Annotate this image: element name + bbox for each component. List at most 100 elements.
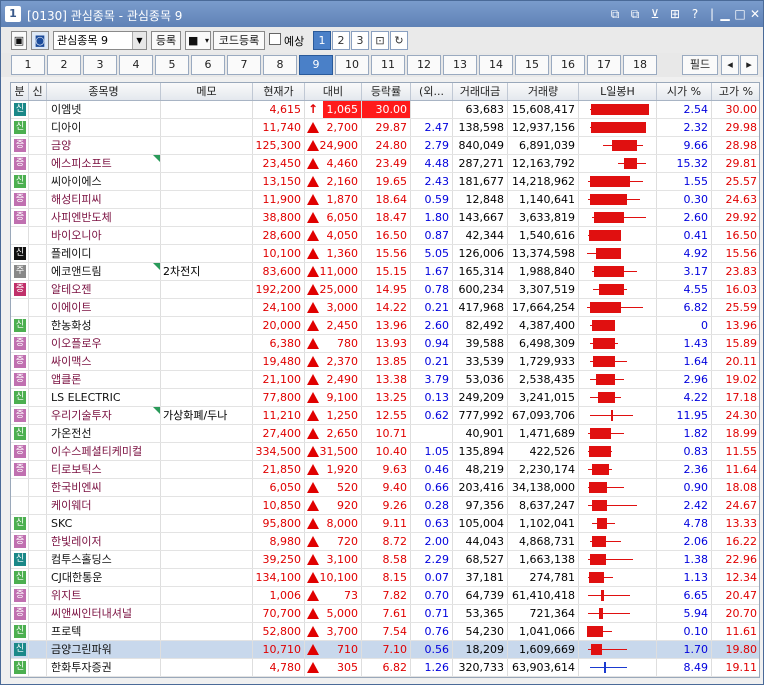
- tab-8[interactable]: 8: [263, 55, 297, 75]
- table-row[interactable]: 증 우리기술투자 가상화폐/두나 11,210 1,250 12.55 0.62 777,99…: [11, 407, 759, 425]
- tab-12[interactable]: 12: [407, 55, 441, 75]
- export-icon[interactable]: ⊡: [371, 31, 389, 50]
- list-icon[interactable]: ◙: [31, 31, 49, 50]
- table-row[interactable]: 신 CJ대한통운 134,100 10,100 8.15 0.07 37,181 274,78…: [11, 569, 759, 587]
- price-cell: 11,900: [253, 191, 305, 208]
- table-row[interactable]: 신 금양그린파워 10,710 710 7.10 0.56 18,209 1,609,669 1…: [11, 641, 759, 659]
- table-row[interactable]: 신 한화투자증권 4,780 305 6.82 1.26 320,733 63,903,614…: [11, 659, 759, 677]
- page-button-3[interactable]: 3: [351, 31, 369, 50]
- tab-9[interactable]: 9: [299, 55, 333, 75]
- tab-15[interactable]: 15: [515, 55, 549, 75]
- tab-prev-icon[interactable]: ◂: [721, 55, 739, 75]
- table-row[interactable]: 신 디아이 11,740 2,700 29.87 2.47 138,598 12,937,15…: [11, 119, 759, 137]
- help-icon[interactable]: ?: [687, 6, 703, 22]
- table-row[interactable]: 케이웨더 10,850 920 9.26 0.28 97,356 8,637,247 2.42…: [11, 497, 759, 515]
- table-row[interactable]: 증 에스피소프트 23,450 4,460 23.49 4.48 287,271 12,163…: [11, 155, 759, 173]
- minimize-icon[interactable]: ▁: [717, 6, 733, 22]
- table-row[interactable]: 신 프로텍 52,800 3,700 7.54 0.76 54,230 1,041,066 0.…: [11, 623, 759, 641]
- tab-4[interactable]: 4: [119, 55, 153, 75]
- tab-6[interactable]: 6: [191, 55, 225, 75]
- close-icon[interactable]: ✕: [747, 6, 763, 22]
- panel-icon[interactable]: ▣: [11, 31, 27, 50]
- tab-3[interactable]: 3: [83, 55, 117, 75]
- table-row[interactable]: 증 위지트 1,006 73 7.82 0.70 64,739 61,410,418 6.65 2…: [11, 587, 759, 605]
- open-rate-cell: 4.55: [657, 281, 712, 298]
- table-row[interactable]: 증 알테오젠 192,200 25,000 14.95 0.78 600,234 3,307,…: [11, 281, 759, 299]
- page-button-2[interactable]: 2: [332, 31, 350, 50]
- col-open-header[interactable]: 시가 %: [657, 83, 712, 100]
- pin-icon[interactable]: ⊻: [647, 6, 663, 22]
- field-button[interactable]: 필드: [682, 55, 718, 75]
- tab-14[interactable]: 14: [479, 55, 513, 75]
- open-rate-cell: 1.43: [657, 335, 712, 352]
- tab-17[interactable]: 17: [587, 55, 621, 75]
- table-row[interactable]: 신 LS ELECTRIC 77,800 9,100 13.25 0.13 249,209 3…: [11, 389, 759, 407]
- candle-icon: [587, 605, 649, 622]
- tab-7[interactable]: 7: [227, 55, 261, 75]
- tab-16[interactable]: 16: [551, 55, 585, 75]
- table-row[interactable]: 신 가온전선 27,400 2,650 10.71 40,901 1,471,689 1.82…: [11, 425, 759, 443]
- table-row[interactable]: 신 SKC 95,800 8,000 9.11 0.63 105,004 1,102,041 4…: [11, 515, 759, 533]
- table-row[interactable]: 증 앱클론 21,100 2,490 13.38 3.79 53,036 2,538,435 2…: [11, 371, 759, 389]
- table-row[interactable]: 증 사피엔반도체 38,800 6,050 18.47 1.80 143,667 3,633,…: [11, 209, 759, 227]
- tab-1[interactable]: 1: [11, 55, 45, 75]
- code-register-button[interactable]: 코드등록: [213, 31, 265, 50]
- rate-cell: 8.72: [362, 533, 411, 550]
- refresh-icon[interactable]: ↻: [390, 31, 408, 50]
- color-select[interactable]: ■ ▾: [185, 31, 211, 50]
- table-row[interactable]: 증 해성티피씨 11,900 1,870 18.64 0.59 12,848 1,140,64…: [11, 191, 759, 209]
- preview-checkbox[interactable]: [269, 33, 281, 45]
- chevron-down-icon[interactable]: ▼: [132, 32, 146, 49]
- col-division-header[interactable]: 분: [11, 83, 29, 100]
- tab-5[interactable]: 5: [155, 55, 189, 75]
- table-row[interactable]: 주 에코앤드림 2차전지 83,600 11,000 15.15 1.67 165,314 1,…: [11, 263, 759, 281]
- table-row[interactable]: 이에이트 24,100 3,000 14.22 0.21 417,968 17,664,25…: [11, 299, 759, 317]
- table-row[interactable]: 신 한농화성 20,000 2,450 13.96 2.60 82,492 4,387,400…: [11, 317, 759, 335]
- register-button[interactable]: 등록: [151, 31, 181, 50]
- col-foreign-header[interactable]: (외...: [411, 83, 453, 100]
- table-row[interactable]: 증 이오플로우 6,380 780 13.93 0.94 39,588 6,498,309 1.…: [11, 335, 759, 353]
- table-row[interactable]: 증 싸이맥스 19,480 2,370 13.85 0.21 33,539 1,729,933…: [11, 353, 759, 371]
- tab-18[interactable]: 18: [623, 55, 657, 75]
- stock-name: 씨앤씨인터내셔널: [47, 605, 161, 622]
- table-row[interactable]: 증 이수스페셜티케미컬 334,500 31,500 10.40 1.05 135,894 4…: [11, 443, 759, 461]
- high-rate-cell: 12.34: [712, 569, 759, 586]
- table-row[interactable]: 신 플레이디 10,100 1,360 15.56 5.05 126,006 13,374,5…: [11, 245, 759, 263]
- table-row[interactable]: 증 씨앤씨인터내셔널 70,700 5,000 7.61 0.71 53,365 721,36…: [11, 605, 759, 623]
- table-row[interactable]: 증 금양 125,300 24,900 24.80 2.79 840,049 6,891,03…: [11, 137, 759, 155]
- col-diff-header[interactable]: 대비: [305, 83, 362, 100]
- candle-cell: [579, 371, 657, 388]
- high-rate-cell: 29.98: [712, 119, 759, 136]
- table-row[interactable]: 신 컴투스홀딩스 39,250 3,100 8.58 2.29 68,527 1,663,13…: [11, 551, 759, 569]
- tab-next-icon[interactable]: ▸: [740, 55, 758, 75]
- table-row[interactable]: 증 티로보틱스 21,850 1,920 9.63 0.46 48,219 2,230,174…: [11, 461, 759, 479]
- watchlist-select[interactable]: 관심종목 9 ▼: [53, 31, 147, 50]
- tab-11[interactable]: 11: [371, 55, 405, 75]
- maximize-icon[interactable]: □: [732, 6, 748, 22]
- col-new-header[interactable]: 신: [29, 83, 47, 100]
- tab-13[interactable]: 13: [443, 55, 477, 75]
- open-rate-cell: 0.90: [657, 479, 712, 496]
- table-row[interactable]: 증 한빛레이저 8,980 720 8.72 2.00 44,043 4,868,731 2.0…: [11, 533, 759, 551]
- col-name-header[interactable]: 종목명: [47, 83, 161, 100]
- price-cell: 192,200: [253, 281, 305, 298]
- table-row[interactable]: 신 씨아이에스 13,150 2,160 19.65 2.43 181,677 14,218,…: [11, 173, 759, 191]
- table-row[interactable]: 바이오니아 28,600 4,050 16.50 0.87 42,344 1,540,616…: [11, 227, 759, 245]
- table-row[interactable]: 신 이엠넷 4,615 1,065 ↑ 30.00 63,683 15,608,417 2.54…: [11, 101, 759, 119]
- col-amount-header[interactable]: 거래대금: [453, 83, 508, 100]
- tab-2[interactable]: 2: [47, 55, 81, 75]
- col-volume-header[interactable]: 거래량: [508, 83, 579, 100]
- col-high-header[interactable]: 고가 %: [712, 83, 759, 100]
- link-icon[interactable]: ⧉: [607, 6, 623, 22]
- high-rate-cell: 20.11: [712, 353, 759, 370]
- col-rate-header[interactable]: 등락률: [362, 83, 411, 100]
- copy-icon[interactable]: ⧉: [627, 6, 643, 22]
- tab-10[interactable]: 10: [335, 55, 369, 75]
- table-row[interactable]: 한국비엔씨 6,050 520 9.40 0.66 203,416 34,138,000 0.…: [11, 479, 759, 497]
- diff-cell: 11,000: [305, 263, 362, 280]
- col-price-header[interactable]: 현재가: [253, 83, 305, 100]
- grid-icon[interactable]: ⊞: [667, 6, 683, 22]
- col-memo-header[interactable]: 메모: [161, 83, 253, 100]
- page-button-1[interactable]: 1: [313, 31, 331, 50]
- col-candle-header[interactable]: L일봉H: [579, 83, 657, 100]
